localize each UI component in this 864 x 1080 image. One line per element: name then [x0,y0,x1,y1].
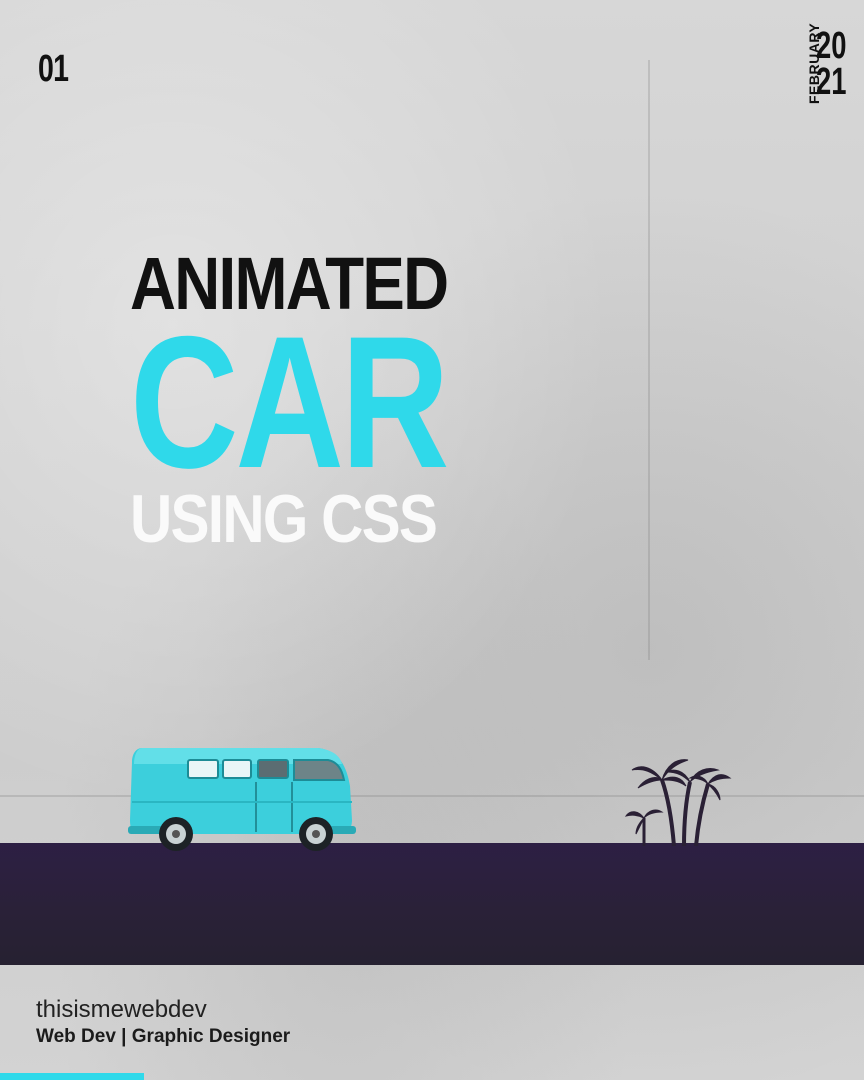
author-handle: thisismewebdev [36,996,207,1023]
headline-line-car: CAR [130,297,449,507]
headline-line-using-css: USING CSS [130,481,438,557]
road [0,843,864,965]
date-year-line2: 21 [816,61,847,103]
author-role: Web Dev | Graphic Designer [36,1026,291,1047]
date-stamp: FEBRUARY 20 21 [794,23,846,108]
van-icon [128,748,356,851]
slide-number: 01 [38,48,69,90]
wall-crack [648,60,650,660]
accent-bar [0,1073,144,1080]
date-year: 20 21 [816,25,847,103]
headline: ANIMATED CAR USING CSS [130,247,449,557]
date-year-line1: 20 [816,25,847,67]
palm-trees-icon [624,759,732,847]
